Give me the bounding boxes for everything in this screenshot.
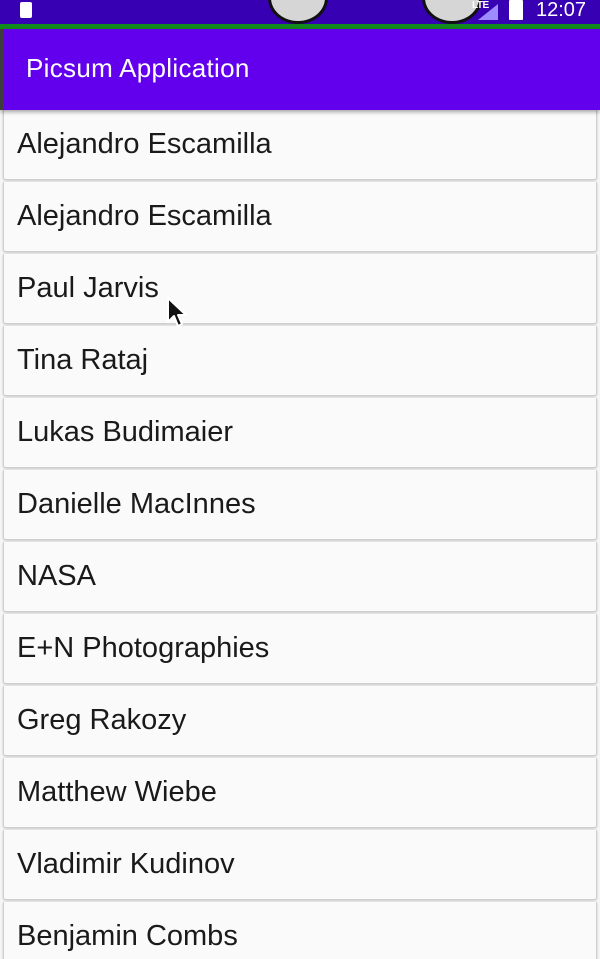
device-screen: LTE 12:07 Picsum Application Alejandro E… [0, 0, 600, 959]
author-list-item[interactable]: Vladimir Kudinov [3, 830, 597, 900]
author-list-item[interactable]: NASA [3, 542, 597, 612]
app-bar: Picsum Application [0, 29, 600, 110]
author-list-item[interactable]: Matthew Wiebe [3, 758, 597, 828]
author-name: Tina Rataj [17, 344, 149, 376]
author-list-item[interactable]: Lukas Budimaier [3, 398, 597, 468]
author-name: Alejandro Escamilla [17, 200, 272, 232]
author-name: Vladimir Kudinov [17, 848, 235, 880]
author-list-item[interactable]: Alejandro Escamilla [3, 110, 597, 180]
camera-notch-left [268, 0, 328, 24]
author-list-item[interactable]: Danielle MacInnes [3, 470, 597, 540]
author-name: Danielle MacInnes [17, 488, 256, 520]
author-name: Benjamin Combs [17, 920, 238, 952]
battery-icon [509, 0, 523, 20]
author-name: Greg Rakozy [17, 704, 187, 736]
author-name: E+N Photographies [17, 632, 270, 664]
status-clock: 12:07 [536, 0, 587, 21]
status-bar: LTE 12:07 [0, 0, 600, 29]
author-list-item[interactable]: Benjamin Combs [3, 902, 597, 959]
author-name: Alejandro Escamilla [17, 128, 272, 160]
author-list-item[interactable]: Greg Rakozy [3, 686, 597, 756]
author-name: Lukas Budimaier [17, 416, 233, 448]
signal-icon [478, 4, 498, 20]
author-name: Matthew Wiebe [17, 776, 217, 808]
author-list[interactable]: Alejandro Escamilla Alejandro Escamilla Pa… [3, 110, 597, 959]
author-list-item[interactable]: Paul Jarvis [3, 254, 597, 324]
author-list-item[interactable]: Tina Rataj [3, 326, 597, 396]
author-name: NASA [17, 560, 96, 592]
author-name: Paul Jarvis [17, 272, 159, 304]
author-list-item[interactable]: Alejandro Escamilla [3, 182, 597, 252]
sim-card-icon [20, 2, 32, 18]
mouse-pointer-icon [167, 297, 187, 327]
author-list-item[interactable]: E+N Photographies [3, 614, 597, 684]
app-title: Picsum Application [26, 53, 250, 83]
